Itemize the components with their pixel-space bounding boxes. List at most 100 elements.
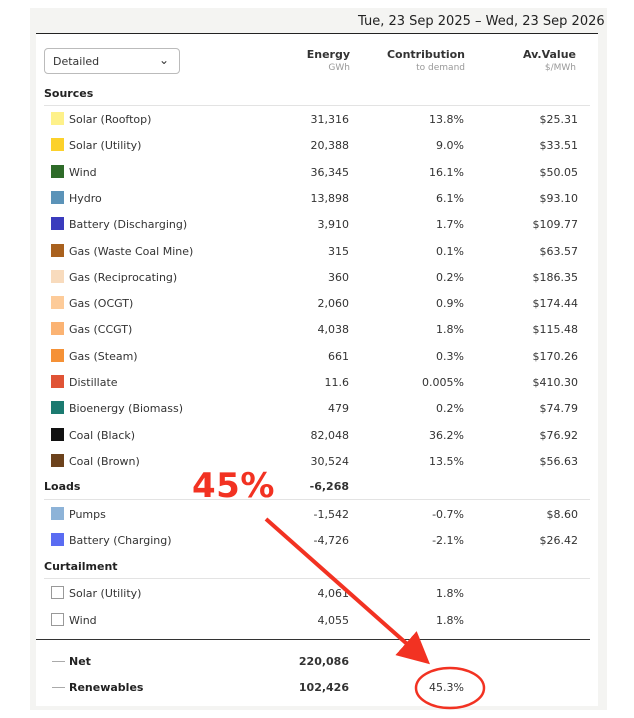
dash-icon	[52, 661, 65, 662]
table-row[interactable]: Hydro 13,898 6.1% $93.10	[44, 187, 590, 211]
table-row[interactable]: Bioenergy (Biomass) 479 0.2% $74.79	[44, 397, 590, 421]
section-divider	[44, 578, 590, 579]
date-range[interactable]: Tue, 23 Sep 2025 – Wed, 23 Sep 2026	[358, 14, 605, 29]
summary-row-net[interactable]: Net 220,086	[44, 650, 590, 674]
summary-label: Renewables	[69, 681, 144, 694]
table-row[interactable]: Solar (Utility) 4,061 1.8%	[44, 582, 590, 606]
section-divider	[44, 499, 590, 500]
row-contribution: 36.2%	[429, 428, 464, 442]
row-label: Gas (OCGT)	[69, 297, 134, 311]
summary-row-renewables[interactable]: Renewables 102,426 45.3%	[44, 676, 590, 700]
row-value: $115.48	[532, 323, 579, 337]
row-label: Solar (Utility)	[69, 139, 142, 153]
legend-swatch-icon	[51, 427, 64, 441]
row-contribution: -0.7%	[432, 508, 464, 521]
table-row[interactable]: Gas (Steam) 661 0.3% $170.26	[44, 345, 590, 369]
legend-swatch-icon	[51, 190, 64, 204]
row-energy: 360	[328, 270, 349, 284]
summary-divider	[36, 639, 590, 640]
row-label: Wind	[69, 614, 97, 627]
loads-total: -6,268	[309, 480, 349, 493]
row-contribution: 13.5%	[429, 454, 464, 468]
row-energy: -4,726	[313, 534, 349, 547]
row-contribution: 0.1%	[436, 244, 464, 258]
row-value: $186.35	[532, 270, 579, 284]
table-row[interactable]: Coal (Black) 82,048 36.2% $76.92	[44, 424, 590, 448]
legend-swatch-icon	[51, 112, 64, 125]
legend-swatch-icon	[51, 507, 64, 520]
row-label: Solar (Rooftop)	[69, 113, 152, 126]
row-contribution: 1.8%	[436, 323, 464, 337]
row-value: $109.77	[532, 218, 579, 232]
row-contribution: 1.8%	[436, 614, 464, 627]
section-divider	[44, 105, 590, 106]
column-unit-contribution: to demand	[416, 63, 465, 73]
row-contribution: 0.2%	[436, 402, 464, 416]
row-contribution: 6.1%	[436, 191, 464, 205]
annotation-label: 45%	[192, 466, 275, 506]
legend-swatch-icon	[51, 401, 64, 415]
legend-swatch-icon	[51, 164, 64, 178]
view-select[interactable]: Detailed ⌄	[44, 48, 180, 74]
summary-label: Net	[69, 655, 91, 668]
table-row[interactable]: Wind 36,345 16.1% $50.05	[44, 161, 590, 185]
row-contribution: 16.1%	[429, 165, 464, 179]
column-header-contribution[interactable]: Contribution	[387, 48, 465, 61]
table-row[interactable]: Wind 4,055 1.8%	[44, 609, 590, 633]
row-value: $25.31	[539, 113, 579, 126]
row-label: Battery (Charging)	[69, 534, 172, 547]
column-unit-value: $/MWh	[544, 63, 576, 73]
column-header-energy[interactable]: Energy	[307, 48, 350, 61]
legend-swatch-icon	[51, 296, 64, 310]
row-energy: 4,038	[317, 323, 350, 337]
row-contribution: 1.7%	[436, 218, 464, 232]
row-energy: 3,910	[317, 218, 350, 232]
row-value: $8.60	[546, 508, 579, 521]
row-energy: 30,524	[310, 454, 350, 468]
column-unit-energy: GWh	[328, 63, 350, 73]
row-contribution: 0.2%	[436, 270, 464, 284]
row-energy: 31,316	[310, 113, 350, 126]
row-contribution: 1.8%	[436, 587, 464, 600]
table-row[interactable]: Gas (OCGT) 2,060 0.9% $174.44	[44, 292, 590, 316]
row-energy: 315	[328, 244, 349, 258]
table-row[interactable]: Distillate 11.6 0.005% $410.30	[44, 371, 590, 395]
row-contribution: -2.1%	[432, 534, 464, 547]
row-label: Coal (Black)	[69, 428, 136, 442]
row-contribution: 0.005%	[422, 376, 464, 389]
row-energy: 11.6	[324, 376, 350, 389]
row-label: Battery (Discharging)	[69, 218, 188, 232]
row-value: $174.44	[532, 297, 579, 311]
table-row[interactable]: Coal (Brown) 30,524 13.5% $56.63	[44, 450, 590, 474]
row-value: $76.92	[539, 428, 579, 442]
table-row[interactable]: Gas (Reciprocating) 360 0.2% $186.35	[44, 266, 590, 290]
row-contribution: 13.8%	[429, 113, 464, 126]
table-row[interactable]: Gas (Waste Coal Mine) 315 0.1% $63.57	[44, 240, 590, 264]
legend-swatch-icon	[51, 269, 64, 283]
row-energy: 4,061	[317, 587, 350, 600]
column-header-value[interactable]: Av.Value	[523, 48, 576, 61]
view-select-value: Detailed	[53, 55, 100, 68]
row-value: $56.63	[539, 454, 579, 468]
row-label: Gas (Reciprocating)	[69, 270, 178, 284]
row-value: $93.10	[539, 191, 579, 205]
table-row[interactable]: Battery (Charging) -4,726 -2.1% $26.42	[44, 529, 590, 553]
legend-swatch-icon	[51, 533, 64, 546]
row-label: Pumps	[69, 508, 106, 521]
legend-swatch-icon	[51, 453, 64, 467]
legend-swatch-icon	[51, 322, 64, 336]
table-row[interactable]: Gas (CCGT) 4,038 1.8% $115.48	[44, 318, 590, 342]
section-curtailment: Curtailment	[44, 560, 118, 573]
row-energy: 4,055	[317, 614, 350, 627]
row-contribution: 0.9%	[436, 297, 464, 311]
table-row[interactable]: Solar (Utility) 20,388 9.0% $33.51	[44, 134, 590, 158]
row-energy: 20,388	[310, 139, 350, 153]
row-label: Distillate	[69, 376, 118, 389]
table-row[interactable]: Pumps -1,542 -0.7% $8.60	[44, 503, 590, 527]
table-row[interactable]: Battery (Discharging) 3,910 1.7% $109.77	[44, 213, 590, 237]
dash-icon	[52, 687, 65, 688]
row-label: Gas (CCGT)	[69, 323, 133, 337]
row-label: Solar (Utility)	[69, 587, 142, 600]
table-row[interactable]: Solar (Rooftop) 31,316 13.8% $25.31	[44, 108, 590, 132]
summary-contribution: 45.3%	[429, 681, 464, 694]
